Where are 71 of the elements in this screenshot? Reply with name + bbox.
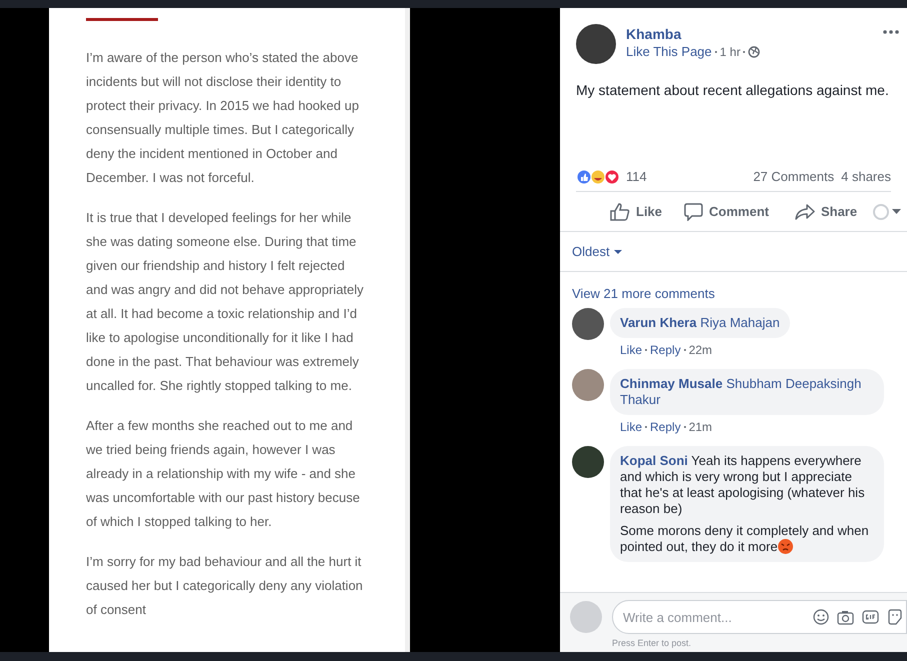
document-text-line: given our friendship and history I felt rejected (86, 257, 345, 275)
share-button[interactable]: Share (794, 202, 858, 222)
document-text-line: I’m aware of the person who’s stated the above (86, 49, 358, 67)
post-text: My statement about recent allegations against me. (575, 81, 890, 100)
view-more-comments-link[interactable]: View 21 more comments (572, 284, 715, 304)
separator-dot-icon (645, 426, 648, 428)
comment-time[interactable]: 22m (688, 340, 712, 358)
profile-icon (873, 204, 889, 220)
shares-count[interactable]: 4 shares (841, 166, 891, 186)
document-text-line: deny the incident mentioned in October and (86, 145, 338, 163)
separator-dot-icon (743, 51, 746, 53)
gif-icon[interactable] (862, 610, 879, 624)
comment-action-link[interactable]: Reply (650, 418, 681, 436)
comment-time[interactable]: 21m (688, 418, 712, 436)
caret-icon (892, 209, 901, 214)
document-text-line: of which I stopped talking to her. (86, 513, 272, 531)
commenter-avatar[interactable] (572, 446, 604, 478)
document-text-line: she was dating someone else. During that time (86, 233, 356, 251)
like-page-link[interactable]: Like This Page (626, 44, 712, 60)
audience-selector[interactable] (873, 204, 901, 220)
comment-action-link[interactable]: Like (620, 340, 642, 358)
document-text-line: It is true that I developed feelings for her while (86, 209, 352, 227)
comment-action-link[interactable]: Like (620, 418, 642, 436)
share-arrow-icon (794, 204, 815, 220)
page-name[interactable]: Khamba (626, 24, 760, 44)
sticker-icon[interactable] (887, 609, 903, 625)
avatar[interactable] (576, 24, 616, 64)
composer-hint: Press Enter to post. (612, 637, 692, 650)
thumbs-up-icon (610, 202, 630, 220)
reaction-count[interactable]: 114 (626, 166, 647, 186)
document-text-line: After a few months she reached out to me and (86, 417, 353, 435)
accent-rule (86, 18, 158, 21)
document-text-line: and was angry and did not behave appropriately (86, 281, 364, 299)
smiley-icon[interactable] (813, 609, 829, 625)
like-button[interactable]: Like (610, 202, 662, 222)
document-text-line: uncalled for. She rightly stopped talking to me. (86, 377, 352, 395)
globe-icon (748, 46, 760, 58)
user-avatar (570, 601, 602, 633)
comment-action-link[interactable]: Reply (650, 340, 681, 358)
comment-text: Some morons deny it completely and when pointed out, they do it more (620, 522, 870, 554)
document-text-line: like to apologise unconditionally for it like I had (86, 329, 354, 347)
camera-icon[interactable] (837, 610, 854, 624)
speech-bubble-icon (684, 202, 704, 220)
comment-text: Varun Khera Riya Mahajan (620, 314, 780, 330)
comment-text: Kopal Soni Yeah its happens everywhere and which is very wrong but I appreciate that he's at least apologising (whatever his reason be) (620, 452, 866, 516)
more-options-icon[interactable] (883, 30, 899, 34)
document-text-line: caused her but I categorically deny any violation (86, 577, 363, 595)
document-text-line: December. I was not forceful. (86, 169, 254, 187)
sort-dropdown[interactable]: Oldest (572, 242, 622, 262)
comment-button[interactable]: Comment (684, 202, 769, 222)
document-text-line: protect their privacy. In 2015 we had hooked up (86, 97, 359, 115)
document-text-line: was uncomfortable with our past history becuse (86, 489, 360, 507)
document-text-line: incidents but will not disclose their identity to (86, 73, 342, 91)
document-text-line: of consent (86, 601, 146, 619)
separator-dot-icon (714, 51, 717, 53)
separator-dot-icon (684, 348, 686, 350)
document-text-line: we tried being friends again, however I was (86, 441, 336, 459)
document-text-line: I’m sorry for my bad behaviour and all the hurt it (86, 553, 362, 571)
separator-dot-icon (684, 426, 686, 428)
caret-icon (614, 250, 622, 254)
angry-emoji-icon (778, 538, 793, 554)
comment-field[interactable]: Write a comment... (612, 600, 907, 634)
document-text-line: at all. It had become a toxic relationship and I’d (86, 305, 357, 323)
separator-dot-icon (645, 348, 648, 350)
commenter-avatar[interactable] (572, 308, 604, 340)
comments-count[interactable]: 27 Comments (753, 166, 834, 186)
comment-text: Chinmay Musale Shubham Deepaksingh Thakur (620, 376, 862, 408)
document-text-line: already in a relationship with my wife - and she (86, 465, 356, 483)
document-text-line: done in the past. That behaviour was extremely (86, 353, 359, 371)
post-time[interactable]: 1 hr (720, 44, 740, 60)
document-text-line: consensually multiple times. But I categorically (86, 121, 354, 139)
